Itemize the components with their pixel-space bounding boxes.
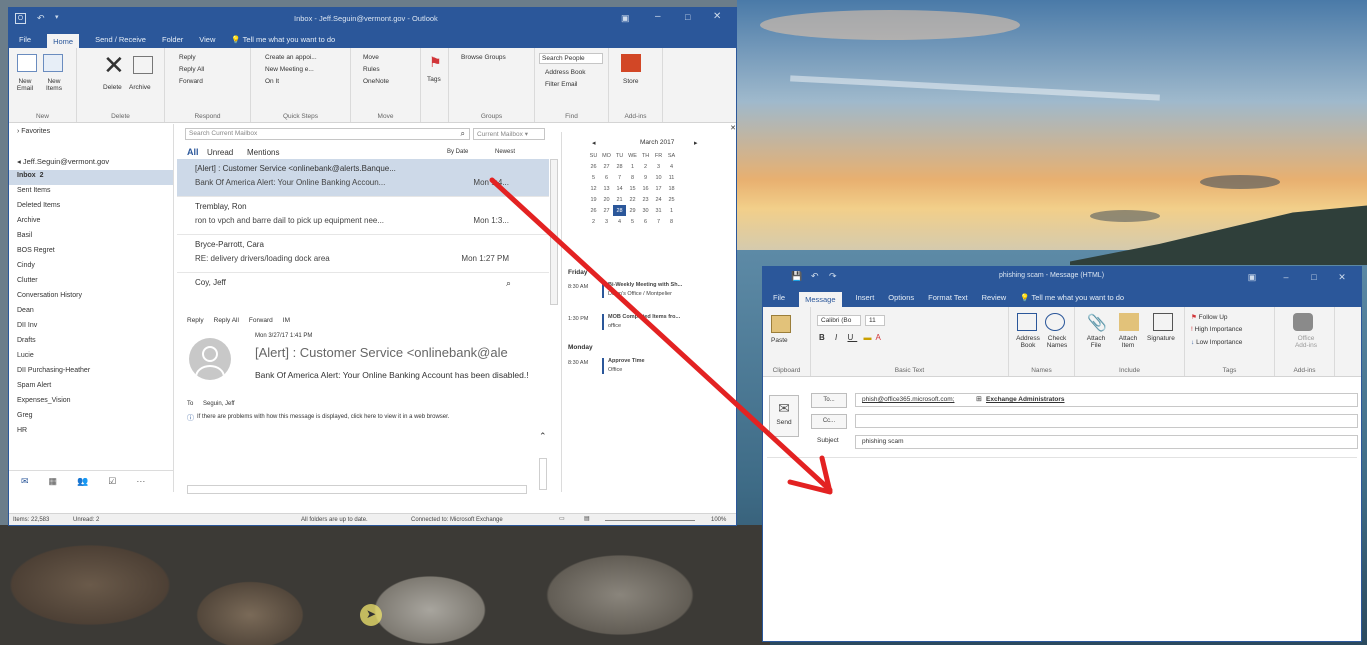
arrow-shaft [489, 177, 833, 493]
mouse-pointer-icon: ➤ [360, 604, 382, 626]
annotation-arrow [489, 177, 833, 495]
